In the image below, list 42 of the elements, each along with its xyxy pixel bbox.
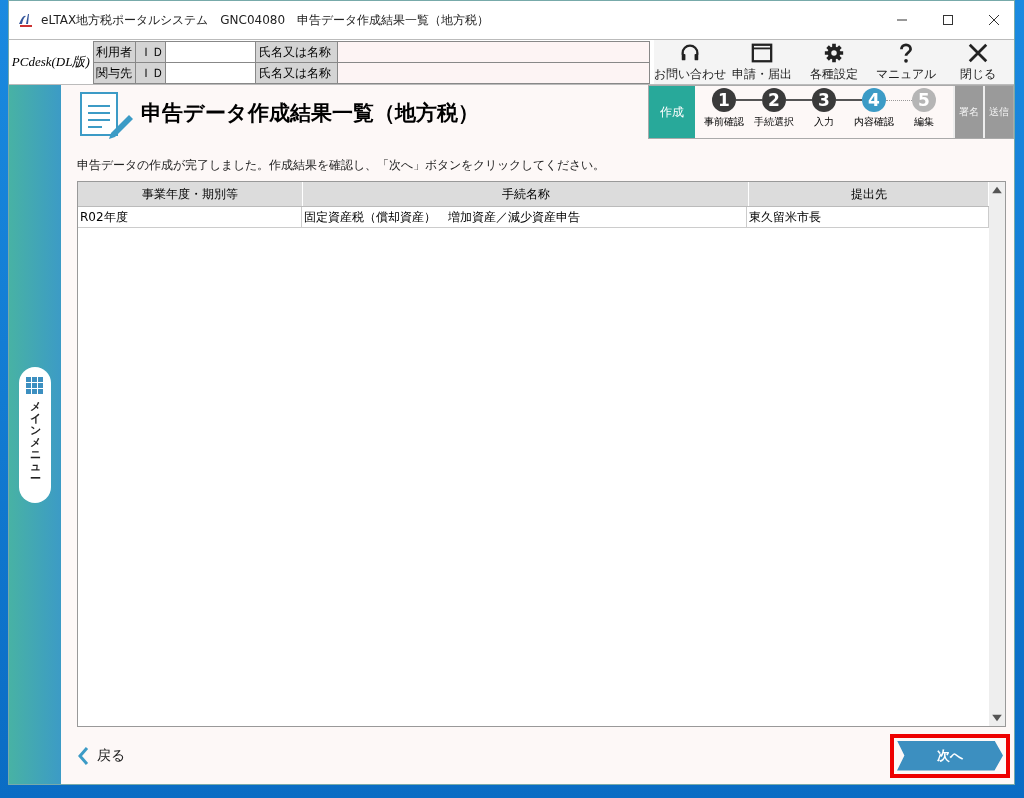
next-button[interactable]: 次へ — [897, 740, 1003, 771]
role-label: 利用者 — [93, 41, 136, 62]
step-label: 事前確認 — [704, 115, 744, 129]
id-label: ＩＤ — [135, 62, 166, 83]
main-menu-button[interactable]: メインメニュー — [19, 366, 51, 503]
step-number: 5 — [912, 88, 936, 112]
maximize-icon[interactable] — [942, 14, 954, 26]
step-number: 2 — [762, 88, 786, 112]
window-title: eLTAX地方税ポータルシステム GNC04080 申告データ作成結果一覧（地方税） — [41, 11, 490, 29]
close-icon[interactable] — [988, 14, 1000, 26]
table-row[interactable]: R02年度 固定資産税（償却資産） 増加資産／減少資産申告 東久留米市長 — [78, 207, 989, 228]
column-header: 事業年度・期別等 — [78, 182, 303, 206]
step-number: 4 — [862, 88, 886, 112]
toolbar-button[interactable]: 閉じる — [942, 40, 1014, 84]
step-label: 入力 — [814, 115, 834, 129]
window-icon — [751, 41, 773, 64]
column-header: 手続名称 — [303, 182, 749, 206]
grid-icon — [26, 376, 44, 395]
step-tab: 送信 — [983, 86, 1013, 138]
step-number: 1 — [712, 88, 736, 112]
product-logo: PCdesk(DL版) — [10, 53, 91, 71]
scrollbar[interactable] — [989, 182, 1005, 726]
toolbar-button[interactable]: 各種設定 — [798, 40, 870, 84]
step-tab: 署名 — [953, 86, 983, 138]
toolbar-button[interactable]: お問い合わせ — [654, 40, 726, 84]
toolbar-button[interactable]: マニュアル — [870, 40, 942, 84]
step-number: 3 — [812, 88, 836, 112]
close-icon — [967, 41, 989, 64]
name-label: 氏名又は名称 — [255, 41, 338, 62]
page-title: 申告データ作成結果一覧（地方税） — [141, 100, 479, 127]
app-logo-icon — [17, 12, 35, 28]
settings-icon — [823, 41, 845, 64]
step-label: 内容確認 — [854, 115, 894, 129]
id-label: ＩＤ — [135, 41, 166, 62]
name-label: 氏名又は名称 — [255, 62, 338, 83]
step-label: 編集 — [914, 115, 934, 129]
instruction-text: 申告データの作成が完了しました。作成結果を確認し、「次へ」ボタンをクリックしてください。 — [77, 157, 606, 174]
role-label: 関与先 — [93, 62, 136, 83]
back-link[interactable]: 戻る — [77, 745, 125, 766]
toolbar-button[interactable]: 申請・届出 — [726, 40, 798, 84]
chevron-left-icon — [77, 745, 89, 766]
step-label: 手続選択 — [754, 115, 794, 129]
